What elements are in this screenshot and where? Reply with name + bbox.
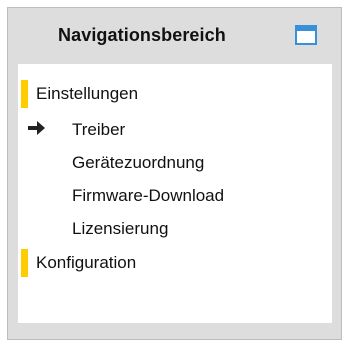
nav-item-einstellungen[interactable]: Einstellungen	[18, 80, 332, 108]
nav-item-label: Firmware-Download	[72, 186, 225, 205]
active-section-marker	[21, 80, 28, 108]
nav-item-firmware-download[interactable]: Firmware-Download	[18, 182, 332, 210]
panel-title: Navigationsbereich	[58, 25, 226, 45]
window-icon[interactable]	[295, 25, 317, 45]
navigation-panel: Navigationsbereich Einstellungen Treiber…	[7, 7, 342, 340]
nav-item-label: Konfiguration	[36, 253, 137, 272]
nav-item-label: Gerätezuordnung	[72, 153, 205, 172]
nav-item-geraetezuordnung[interactable]: Gerätezuordnung	[18, 149, 332, 177]
nav-item-konfiguration[interactable]: Konfiguration	[18, 249, 332, 277]
nav-item-label: Lizensierung	[72, 219, 169, 238]
nav-item-label: Treiber	[72, 120, 126, 139]
nav-item-lizensierung[interactable]: Lizensierung	[18, 215, 332, 243]
panel-header: Navigationsbereich	[8, 8, 341, 63]
arrow-right-icon	[28, 121, 45, 135]
section-marker	[21, 249, 28, 277]
nav-item-treiber[interactable]: Treiber	[18, 116, 332, 144]
nav-list: Einstellungen Treiber Gerätezuordnung Fi…	[18, 64, 332, 323]
nav-item-label: Einstellungen	[36, 84, 139, 103]
